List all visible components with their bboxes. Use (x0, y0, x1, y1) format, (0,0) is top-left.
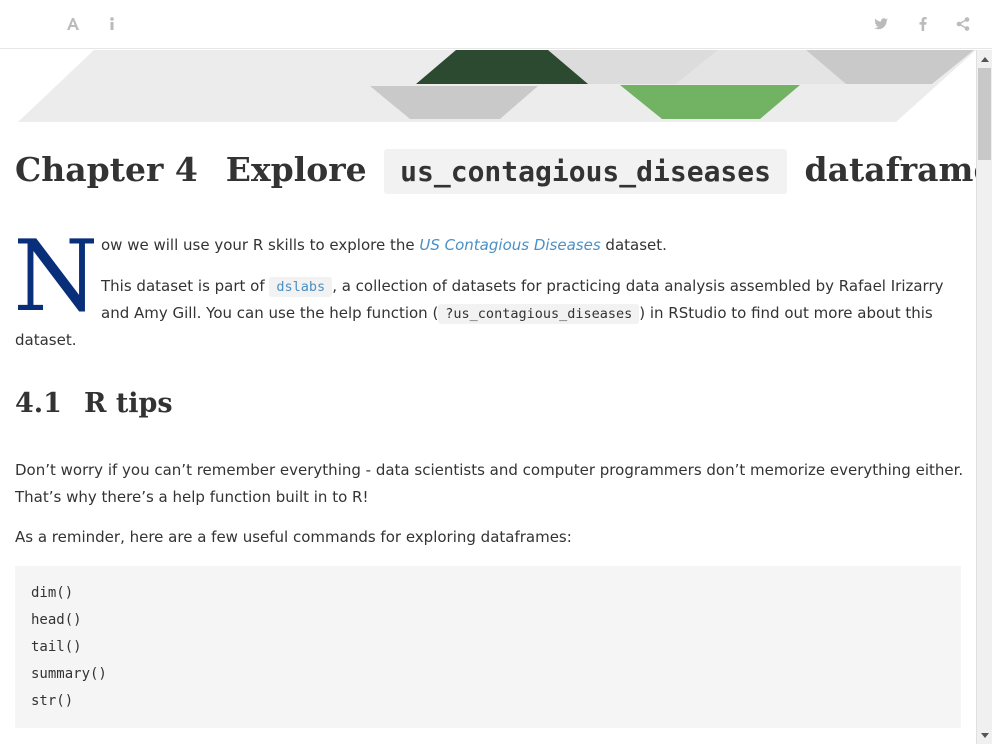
code-line: str() (31, 693, 74, 709)
header-banner (18, 50, 976, 122)
us-contagious-diseases-link[interactable]: US Contagious Diseases (419, 236, 600, 254)
share-icon[interactable] (953, 14, 973, 34)
para2-text5: dataset. (15, 331, 77, 349)
dslabs-code-link[interactable]: dslabs (269, 277, 333, 297)
intro-text-post: dataset. (600, 236, 667, 254)
tips-line2: That’s why there’s a help function built… (15, 488, 369, 506)
code-line: dim() (31, 585, 74, 601)
chapter-title: Chapter 4 Explore us_contagious_diseases … (15, 149, 976, 194)
tips-paragraph: Don’t worry if you can’t remember everyt… (15, 457, 963, 511)
dropcap-letter: N (18, 230, 94, 316)
info-icon[interactable] (102, 14, 122, 34)
help-function-code: ?us_contagious_diseases (438, 304, 640, 324)
code-line: head() (31, 612, 82, 628)
chapter-title-pre: Explore (225, 150, 367, 189)
scroll-down-arrow-icon[interactable] (977, 728, 992, 742)
book-toolbar (0, 0, 992, 49)
para2-text3: and Amy Gill. You can use the help funct… (101, 304, 439, 322)
para2-text1: This dataset is part of (101, 277, 270, 295)
scrollbar-thumb[interactable] (978, 68, 991, 160)
intro-paragraph: ow we will use your R skills to explore … (101, 232, 667, 259)
reminder-paragraph: As a reminder, here are a few useful com… (15, 528, 572, 546)
para2-text2: , a collection of datasets for practicin… (332, 277, 944, 295)
intro-text-pre: ow we will use your R skills to explore … (101, 236, 420, 254)
para2-text4: ) in RStudio to find out more about this (639, 304, 933, 322)
section-number: 4.1 (15, 388, 62, 419)
chapter-title-post: dataframe (804, 150, 976, 189)
dataset-paragraph-line2: and Amy Gill. You can use the help funct… (101, 300, 933, 328)
dataset-paragraph: This dataset is part of dslabs, a collec… (101, 273, 944, 301)
scroll-up-arrow-icon[interactable] (977, 52, 992, 66)
section-title: 4.1 R tips (15, 388, 173, 419)
section-title-text: R tips (83, 388, 173, 419)
code-line: tail() (31, 639, 82, 655)
dropcap-text: N (18, 230, 94, 316)
chapter-number: Chapter 4 (15, 150, 198, 189)
code-line: summary() (31, 666, 107, 682)
dataset-paragraph-line3: dataset. (15, 327, 76, 354)
twitter-icon[interactable] (871, 14, 891, 34)
chapter-title-code: us_contagious_diseases (384, 149, 788, 194)
page-content: Chapter 4 Explore us_contagious_diseases … (0, 50, 976, 744)
vertical-scrollbar[interactable] (976, 50, 992, 744)
font-icon[interactable] (63, 14, 83, 34)
code-block: dim() head() tail() summary() str() (15, 566, 961, 728)
facebook-icon[interactable] (913, 14, 933, 34)
tips-line1: Don’t worry if you can’t remember everyt… (15, 461, 964, 479)
